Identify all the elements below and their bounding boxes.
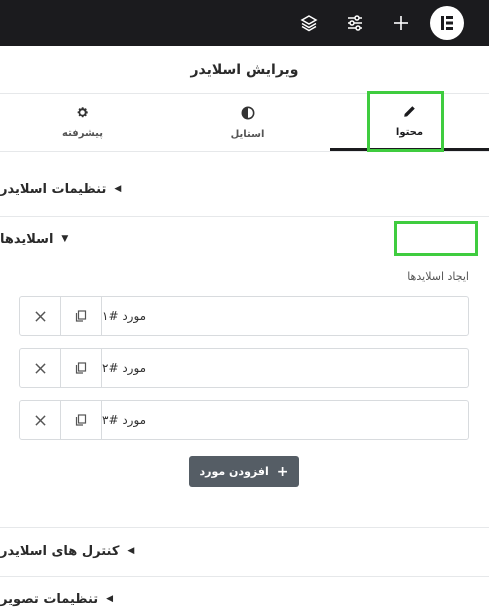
pencil-icon	[403, 105, 416, 121]
duplicate-icon[interactable]	[61, 297, 102, 335]
plus-icon[interactable]	[389, 11, 413, 35]
section-slider-controls[interactable]: ◀ کنترل های اسلایدر	[0, 538, 489, 564]
close-icon[interactable]	[20, 349, 61, 387]
panel-title: ویرایش اسلایدر	[0, 46, 489, 94]
tab-content[interactable]: محتوا	[330, 94, 489, 151]
top-toolbar	[0, 0, 489, 46]
repeater-item[interactable]: مورد #۲	[19, 348, 469, 388]
close-icon[interactable]	[20, 401, 61, 439]
close-icon[interactable]	[20, 297, 61, 335]
duplicate-icon[interactable]	[61, 349, 102, 387]
repeater-item-title[interactable]: مورد #۱	[102, 297, 468, 335]
divider	[0, 576, 489, 577]
divider	[0, 527, 489, 528]
section-image-settings[interactable]: ◀ تنظیمات تصویر	[0, 586, 489, 612]
panel-tabs: پیشرفته استایل محتوا	[0, 94, 489, 152]
tab-content-label: محتوا	[395, 126, 424, 138]
tab-advanced[interactable]: پیشرفته	[0, 94, 165, 151]
tab-style-label: استایل	[230, 128, 265, 140]
tab-advanced-label: پیشرفته	[62, 128, 103, 139]
divider	[0, 216, 489, 217]
caret-left-icon: ◀	[106, 594, 114, 604]
section-slider-controls-label: کنترل های اسلایدر	[0, 543, 120, 559]
section-slider-settings[interactable]: ◀ تنظیمات اسلایدر	[0, 176, 489, 202]
duplicate-icon[interactable]	[61, 401, 102, 439]
section-slides[interactable]: ▼ اسلایدها	[0, 226, 489, 252]
repeater-item[interactable]: مورد #۳	[19, 400, 469, 440]
sliders-icon[interactable]	[343, 11, 367, 35]
elementor-logo-icon[interactable]	[430, 6, 464, 40]
add-item-button[interactable]: + افزودن مورد	[189, 456, 299, 487]
gear-icon	[76, 106, 89, 122]
repeater-label: ایجاد اسلایدها	[407, 270, 469, 283]
plus-icon: +	[276, 463, 289, 480]
tab-style[interactable]: استایل	[165, 94, 330, 151]
caret-left-icon: ◀	[114, 184, 122, 194]
caret-left-icon: ◀	[127, 546, 135, 556]
repeater-item[interactable]: مورد #۱	[19, 296, 469, 336]
caret-down-icon: ▼	[61, 234, 69, 244]
half-circle-icon	[241, 106, 255, 123]
repeater-item-title[interactable]: مورد #۲	[102, 349, 468, 387]
layers-icon[interactable]	[297, 11, 321, 35]
section-slides-label: اسلایدها	[0, 231, 54, 247]
section-image-settings-label: تنظیمات تصویر	[0, 591, 99, 607]
section-slider-settings-label: تنظیمات اسلایدر	[0, 181, 107, 197]
add-item-label: افزودن مورد	[199, 465, 269, 478]
repeater-item-title[interactable]: مورد #۳	[102, 401, 468, 439]
